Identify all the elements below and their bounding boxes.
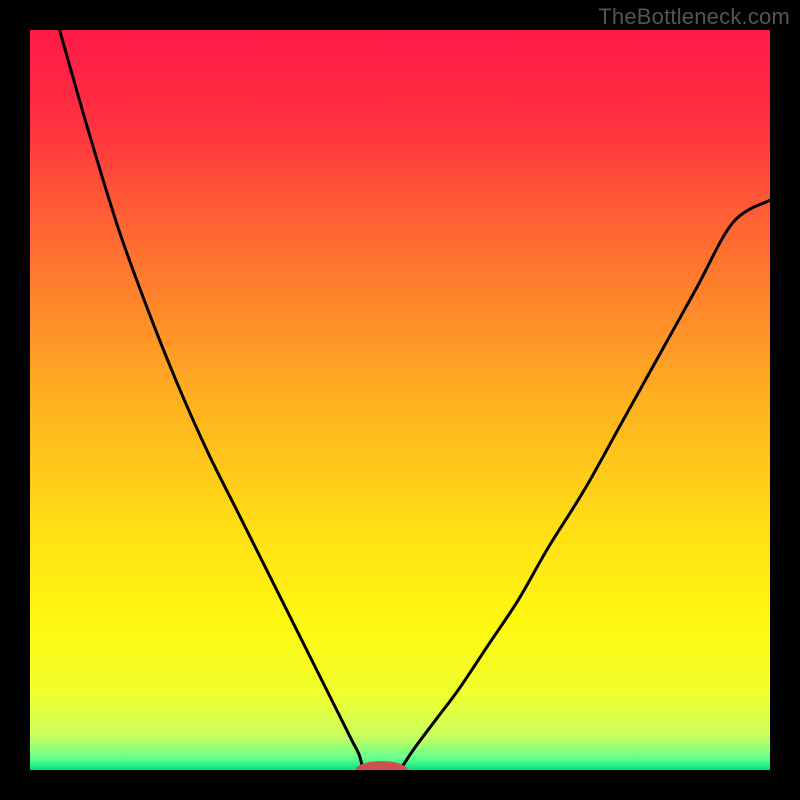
gradient-background	[30, 30, 770, 770]
chart-container: TheBottleneck.com	[0, 0, 800, 800]
watermark-text: TheBottleneck.com	[598, 4, 790, 30]
plot-area	[30, 30, 770, 770]
chart-svg	[30, 30, 770, 770]
